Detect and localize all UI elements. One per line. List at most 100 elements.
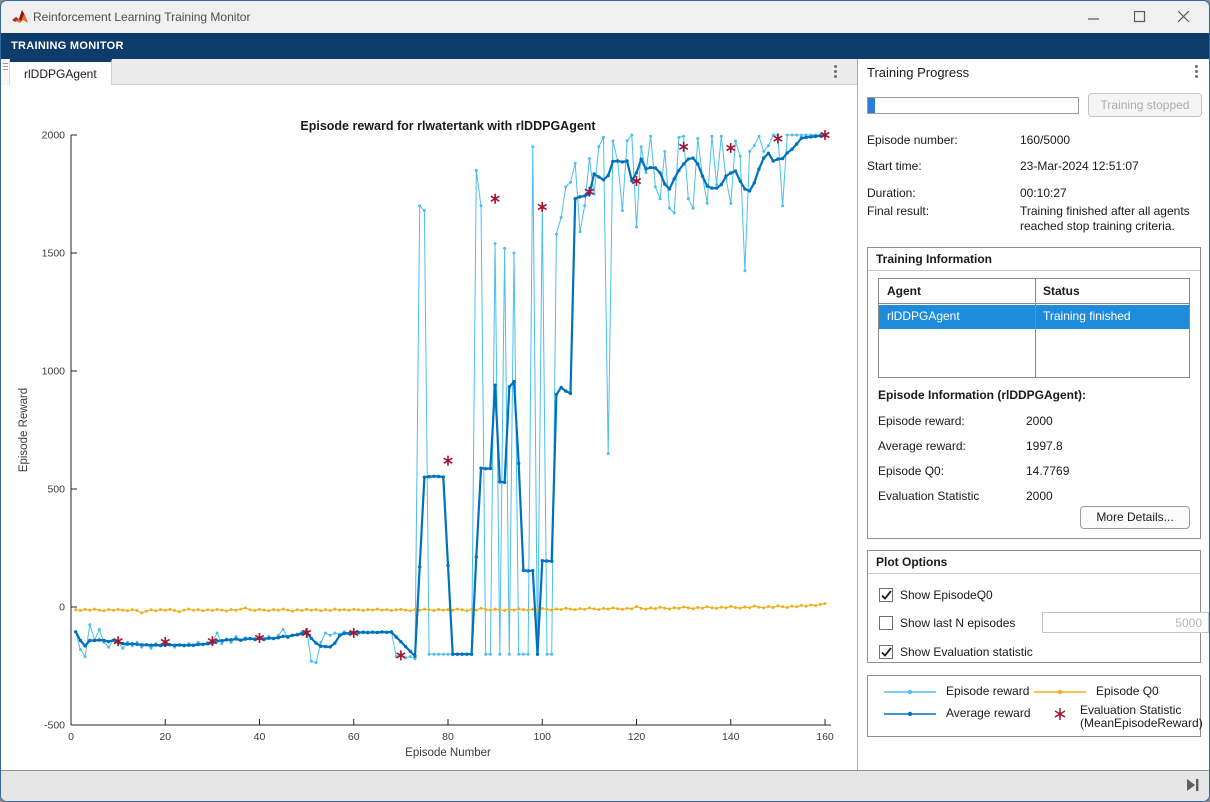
panel-title: Training Progress — [867, 65, 969, 80]
svg-text:0: 0 — [59, 602, 65, 614]
table-column-divider — [1035, 279, 1036, 377]
training-chart-panel: Episode reward for rlwatertank with rlDD… — [1, 85, 857, 770]
matlab-logo-icon — [11, 8, 29, 26]
svg-text:Episode Reward: Episode Reward — [18, 388, 30, 472]
field-label: Start time: — [867, 159, 922, 173]
grip-icon — [3, 63, 8, 72]
field-label: Episode number: — [867, 133, 958, 147]
svg-text:500: 500 — [47, 484, 65, 496]
series-line — [76, 135, 825, 663]
tab-strip-menu-icon[interactable] — [828, 63, 842, 81]
checkbox[interactable] — [879, 645, 893, 659]
field-label: Average reward: — [878, 439, 966, 453]
column-header-status: Status — [1043, 284, 1080, 298]
svg-text:1000: 1000 — [42, 366, 66, 378]
tab-label: rlDDPGAgent — [24, 67, 97, 81]
field-label: Episode reward: — [878, 414, 965, 428]
legend-grid: Episode reward Average reward Episode Q0 Ev… — [882, 684, 1188, 730]
cell-agent: rlDDPGAgent — [887, 309, 960, 323]
plot-options-group: Plot Options Show EpisodeQ0Show last N e… — [867, 550, 1201, 663]
app-window: Reinforcement Learning Training Monitor … — [0, 0, 1210, 802]
field-value: 14.7769 — [1026, 464, 1208, 479]
training-progress-bar — [867, 97, 1079, 114]
document-tab-strip: rlDDPGAgent — [1, 59, 857, 85]
minimize-button[interactable] — [1071, 1, 1117, 32]
group-title-divider — [868, 573, 1200, 574]
line-marker-icon — [882, 707, 938, 721]
svg-text:-500: -500 — [44, 720, 65, 732]
group-title-divider — [868, 270, 1200, 271]
evaluation-statistic-marker — [726, 143, 735, 153]
svg-text:80: 80 — [442, 731, 454, 743]
field-value: 1997.8 — [1026, 439, 1208, 454]
field-value: 2000 — [1026, 414, 1208, 429]
checkbox-label: Show Evaluation statistic — [900, 645, 1033, 659]
more-details-button[interactable]: More Details... — [1080, 506, 1190, 529]
dock-grip[interactable] — [1, 59, 10, 85]
field-value: Training finished after all agents reach… — [1020, 204, 1202, 234]
checkbox[interactable] — [879, 588, 893, 602]
legend-label: Average reward — [946, 707, 1031, 720]
title-bar: Reinforcement Learning Training Monitor — [1, 1, 1209, 33]
svg-text:Episode reward for rlwatertank: Episode reward for rlwatertank with rlDD… — [300, 119, 596, 133]
legend-item: Average reward — [882, 706, 1032, 730]
legend-item: Evaluation Statistic (MeanEpisodeReward) — [1032, 706, 1188, 730]
field-label: Final result: — [867, 204, 929, 218]
n-episodes-input[interactable] — [1042, 612, 1209, 633]
chart-legend: Episode reward Average reward Episode Q0 Ev… — [867, 675, 1201, 737]
field-value: 160/5000 — [1020, 133, 1202, 148]
svg-text:140: 140 — [722, 731, 740, 743]
svg-text:60: 60 — [348, 731, 360, 743]
close-button[interactable] — [1161, 1, 1207, 32]
svg-text:100: 100 — [533, 731, 551, 743]
legend-label: Episode reward — [946, 685, 1029, 698]
table-row[interactable]: rlDDPGAgent Training finished — [879, 305, 1189, 329]
status-bar — [1, 770, 1209, 802]
episode-info-title: Episode Information (rlDDPGAgent): — [878, 388, 1086, 402]
svg-text:1500: 1500 — [42, 248, 66, 260]
panel-menu-icon[interactable] — [1189, 63, 1203, 81]
agent-status-table: Agent Status rlDDPGAgent Training finish… — [878, 278, 1190, 378]
training-progress-fill — [868, 98, 875, 113]
column-header-agent: Agent — [887, 284, 921, 298]
ribbon-tab-label: TRAINING MONITOR — [11, 40, 124, 52]
toolstrip-ribbon: TRAINING MONITOR — [1, 33, 1209, 59]
group-title: Plot Options — [876, 555, 947, 569]
training-chart: Episode reward for rlwatertank with rlDD… — [1, 85, 857, 770]
training-information-group: Training Information Agent Status rlDDPG… — [867, 247, 1201, 539]
svg-text:120: 120 — [628, 731, 646, 743]
svg-text:2000: 2000 — [42, 130, 66, 142]
legend-label: Episode Q0 — [1096, 685, 1159, 698]
field-value: 23-Mar-2024 12:51:07 — [1020, 159, 1202, 174]
field-value: 00:10:27 — [1020, 186, 1202, 201]
field-value: 2000 — [1026, 489, 1208, 504]
maximize-button[interactable] — [1117, 1, 1163, 32]
evaluation-statistic-marker — [444, 456, 453, 466]
legend-label: Evaluation Statistic (MeanEpisodeReward) — [1080, 704, 1203, 730]
checkbox[interactable] — [879, 616, 893, 630]
expand-panel-icon[interactable] — [1185, 778, 1201, 792]
field-label: Evaluation Statistic — [878, 489, 979, 503]
line-marker-icon — [1032, 685, 1088, 699]
checkbox-label: Show last N episodes — [900, 616, 1015, 630]
svg-text:20: 20 — [159, 731, 171, 743]
group-title: Training Information — [876, 252, 992, 266]
series-line — [76, 136, 825, 657]
field-label: Episode Q0: — [878, 464, 944, 478]
training-stopped-button[interactable]: Training stopped — [1088, 93, 1202, 117]
training-progress-panel: Training Progress Training stopped Episo… — [858, 59, 1210, 770]
evaluation-statistic-marker — [538, 202, 547, 212]
panel-header: Training Progress — [858, 59, 1210, 85]
svg-text:0: 0 — [68, 731, 74, 743]
evaluation-statistic-marker — [491, 194, 500, 204]
legend-item: Episode reward — [882, 684, 1032, 706]
cell-status: Training finished — [1043, 309, 1131, 323]
svg-text:160: 160 — [816, 731, 834, 743]
tab-rlddpgagent[interactable]: rlDDPGAgent — [10, 59, 112, 85]
window-title: Reinforcement Learning Training Monitor — [33, 10, 250, 24]
evaluation-statistic-marker — [679, 142, 688, 152]
line-marker-icon — [882, 685, 938, 699]
svg-text:Episode Number: Episode Number — [405, 747, 491, 759]
table-header-row: Agent Status — [879, 279, 1189, 304]
svg-text:40: 40 — [254, 731, 266, 743]
